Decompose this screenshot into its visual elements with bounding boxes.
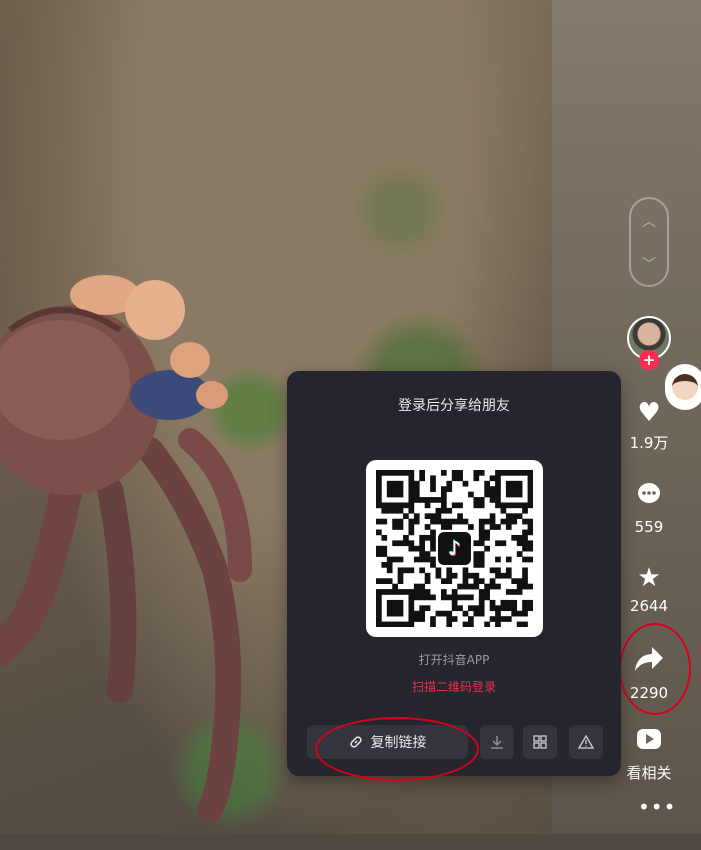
share-panel: 登录后分享给朋友 ♪ 打开抖音APP 扫描二维码登录 复制链接 (287, 371, 621, 776)
tiktok-logo-icon: ♪ (438, 532, 471, 565)
scan-login-text: 扫描二维码登录 (411, 680, 496, 694)
open-app-text: 打开抖音APP (418, 653, 490, 667)
like-button[interactable]: ♥ 1.9万 (619, 398, 679, 453)
bottom-progress-bar[interactable] (0, 834, 701, 850)
share-highlight-annotation (619, 623, 691, 715)
favorite-button[interactable]: ★ 2644 (619, 563, 679, 615)
qr-code: ♪ (366, 460, 543, 637)
qr-grid-icon (533, 735, 547, 749)
chevron-down-icon[interactable]: ﹀ (642, 254, 656, 274)
report-icon (578, 735, 594, 749)
comment-count: 559 (634, 518, 664, 536)
follow-plus-icon[interactable]: + (639, 350, 659, 370)
favorite-count: 2644 (629, 597, 669, 615)
related-button[interactable]: 看相关 (619, 727, 679, 783)
comment-button[interactable]: 559 (619, 481, 679, 536)
star-icon: ★ (637, 563, 661, 593)
download-icon (491, 736, 503, 749)
download-button[interactable] (480, 725, 514, 759)
comment-icon (619, 481, 679, 514)
qr-grid-button[interactable] (523, 725, 557, 759)
share-panel-title: 登录后分享给朋友 (398, 398, 510, 414)
copy-link-highlight-annotation (315, 717, 479, 781)
more-dots-icon[interactable]: ••• (638, 795, 676, 819)
video-nav-pill: ︿ ﹀ (629, 197, 669, 287)
play-icon (619, 727, 679, 758)
heart-icon: ♥ (637, 398, 661, 428)
report-button[interactable] (569, 725, 603, 759)
related-label: 看相关 (626, 764, 672, 782)
coconut-crab-image (0, 275, 252, 823)
like-count: 1.9万 (629, 434, 669, 452)
chevron-up-icon[interactable]: ︿ (642, 211, 656, 231)
